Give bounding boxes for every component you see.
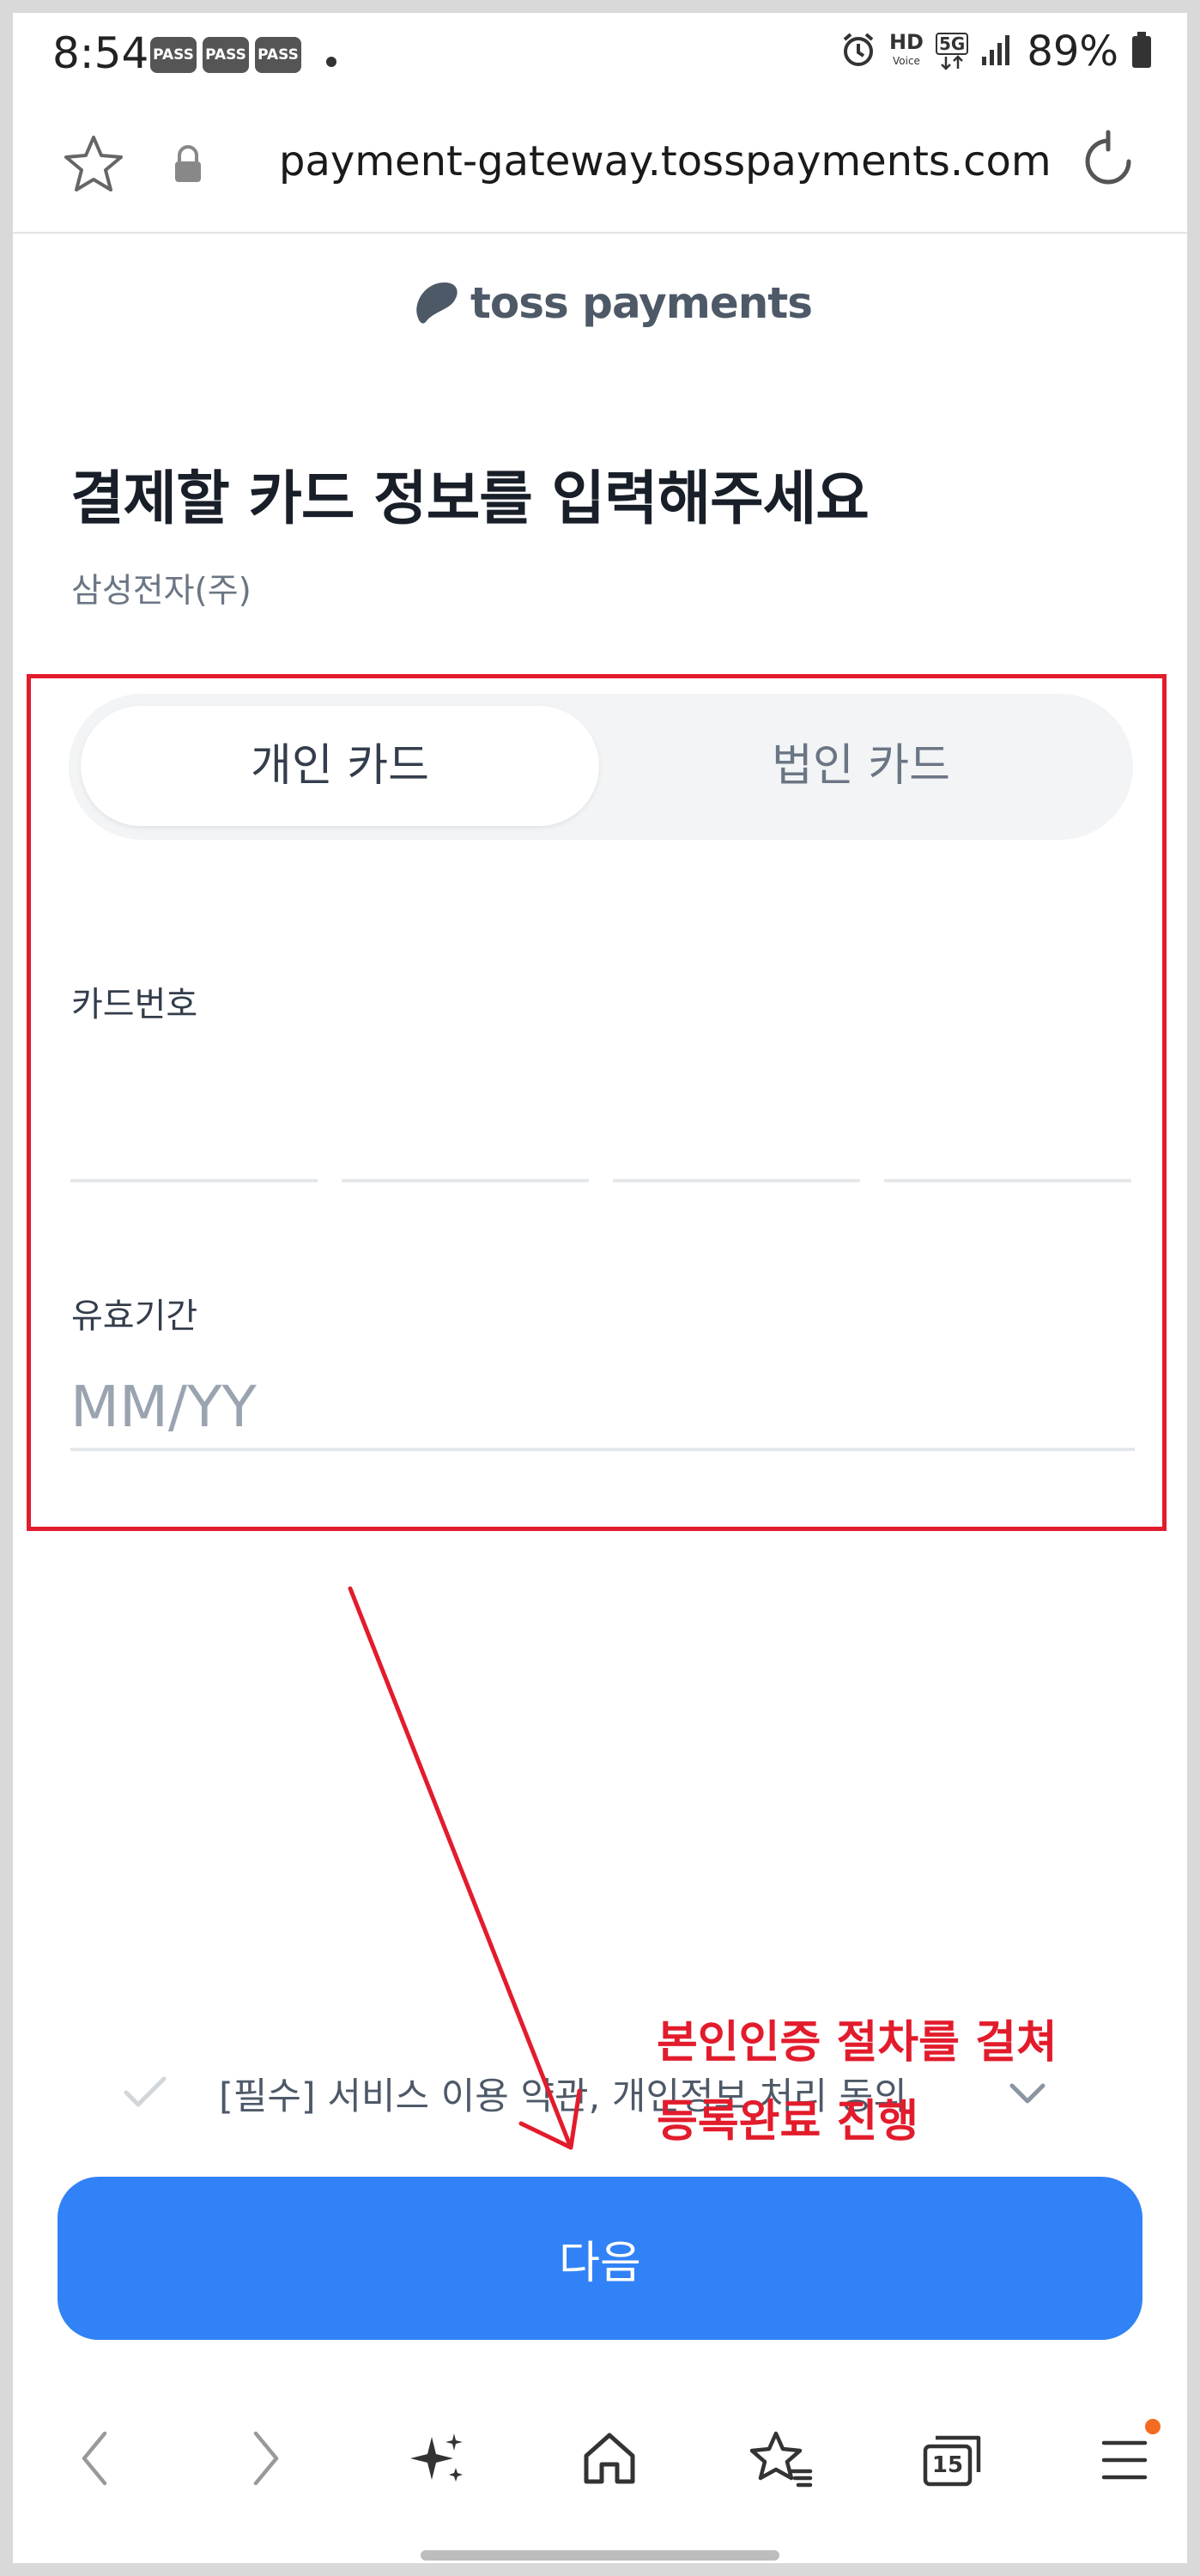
reload-icon[interactable] <box>1076 129 1141 197</box>
url-text[interactable]: payment-gateway.tosspayments.com <box>279 137 1052 185</box>
card-number-label: 카드번호 <box>71 985 198 1024</box>
annotation-text: 본인인증 절차를 걸쳐 등록완료 진행 <box>657 2003 1058 2161</box>
toss-payments-logo: toss payments <box>410 277 813 329</box>
logo-text: toss payments <box>470 278 813 328</box>
ai-assistant-button[interactable] <box>386 2400 489 2520</box>
chevron-left-icon <box>77 2428 112 2492</box>
status-icons: HD Voice 5G 89% <box>839 25 1153 78</box>
page-title: 결제할 카드 정보를 입력해주세요 <box>70 465 870 533</box>
expiry-input[interactable] <box>70 1365 1135 1451</box>
phone-screen: 8:54 PASS PASS PASS HD Voice 5G 89% paym… <box>13 13 1187 2563</box>
toss-logo-icon <box>410 277 462 329</box>
forward-button[interactable] <box>215 2400 318 2520</box>
card-number-input-1[interactable] <box>70 1105 318 1182</box>
network-5g-icon: 5G <box>935 33 969 70</box>
notification-badge <box>1145 2419 1161 2434</box>
hamburger-menu-icon <box>1099 2419 1161 2486</box>
signal-icon <box>980 33 1015 70</box>
battery-percent: 89% <box>1027 27 1118 76</box>
status-time: 8:54 <box>52 28 149 78</box>
check-icon[interactable] <box>123 2075 167 2113</box>
pass-badge: PASS <box>255 37 301 73</box>
pass-badge: PASS <box>150 37 197 73</box>
card-number-input-2[interactable] <box>342 1105 589 1182</box>
sparkle-icon <box>408 2428 468 2492</box>
expiry-label: 유효기간 <box>71 1297 198 1336</box>
merchant-name: 삼성전자(주) <box>71 572 252 611</box>
battery-icon <box>1130 31 1153 72</box>
annotation-line-2: 등록완료 진행 <box>657 2096 919 2148</box>
home-icon <box>579 2428 639 2492</box>
pass-badge: PASS <box>203 37 249 73</box>
card-number-input-3[interactable] <box>613 1105 860 1182</box>
home-button[interactable] <box>558 2400 661 2520</box>
tab-corporate-card[interactable]: 법인 카드 <box>601 706 1121 826</box>
status-bar: 8:54 PASS PASS PASS HD Voice 5G 89% <box>13 13 1187 92</box>
gesture-bar[interactable] <box>421 2550 779 2561</box>
alarm-icon <box>839 31 877 72</box>
card-type-toggle: 개인 카드 법인 카드 <box>69 694 1133 840</box>
tabs-button[interactable]: 15 <box>901 2400 1004 2520</box>
bookmark-star-icon[interactable] <box>63 133 124 197</box>
chevron-right-icon <box>249 2428 283 2492</box>
browser-bottom-nav: 15 <box>13 2400 1187 2546</box>
tab-personal-card[interactable]: 개인 카드 <box>81 706 599 826</box>
browser-address-bar: payment-gateway.tosspayments.com <box>13 94 1187 234</box>
tab-count: 15 <box>931 2452 964 2478</box>
annotation-line-1: 본인인증 절차를 걸쳐 <box>657 2017 1058 2069</box>
card-number-input-4[interactable] <box>884 1105 1131 1182</box>
tabs-icon: 15 <box>922 2433 984 2488</box>
next-button[interactable]: 다음 <box>58 2177 1142 2340</box>
lock-icon <box>170 144 206 187</box>
star-list-icon <box>748 2428 814 2492</box>
notification-dot <box>326 57 336 67</box>
back-button[interactable] <box>43 2400 146 2520</box>
hd-voice-icon: HD Voice <box>888 30 924 67</box>
bookmarks-button[interactable] <box>730 2400 833 2520</box>
menu-button[interactable] <box>1073 2400 1176 2520</box>
